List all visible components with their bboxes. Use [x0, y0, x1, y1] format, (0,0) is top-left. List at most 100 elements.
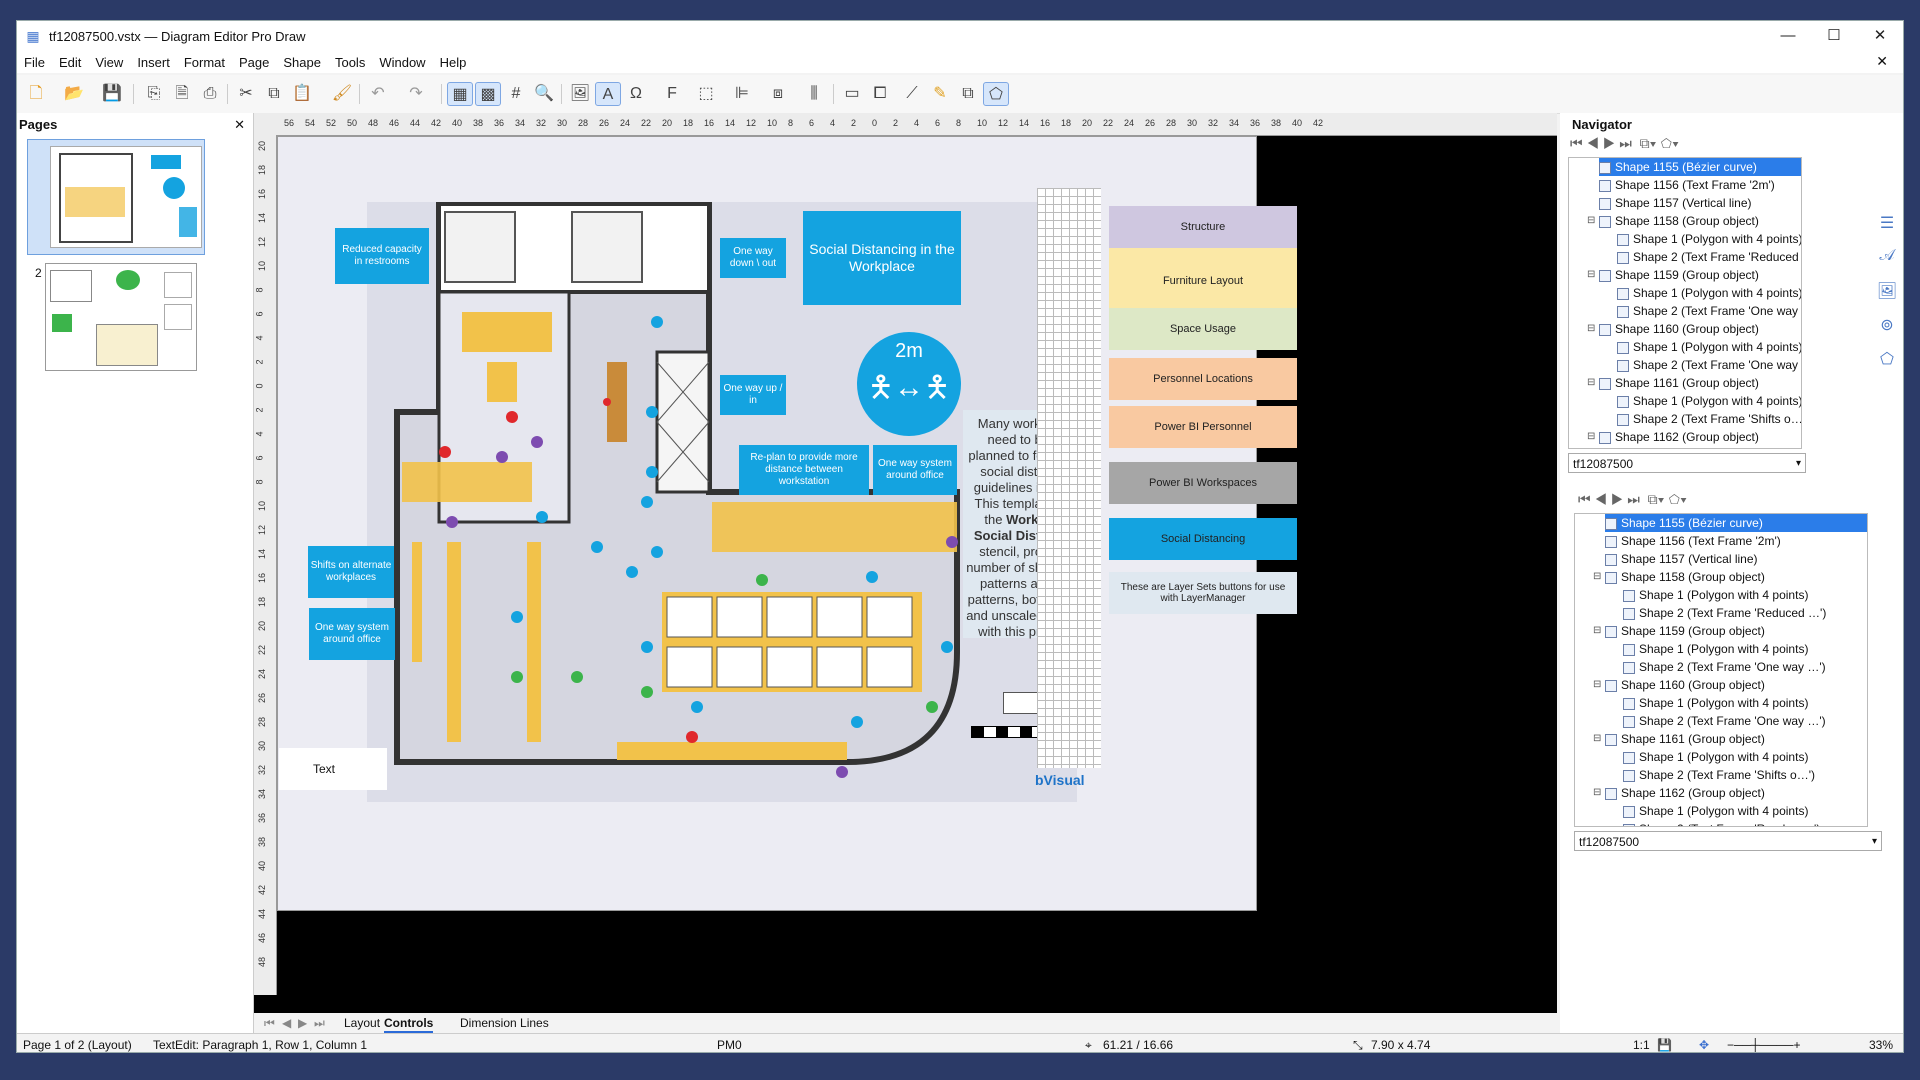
two-metre-sign[interactable]: 2m 🯅↔🯅: [857, 332, 961, 436]
tree-item[interactable]: Shape 1 (Polygon with 4 points): [1617, 284, 1801, 302]
tree-item[interactable]: Shape 1156 (Text Frame '2m'): [1599, 176, 1801, 194]
tree-item[interactable]: Shape 1 (Polygon with 4 points): [1617, 338, 1801, 356]
expander-icon[interactable]: ⊟: [1587, 215, 1595, 226]
expander-icon[interactable]: ⊟: [1593, 625, 1601, 636]
textframe-icon[interactable]: A: [595, 82, 621, 106]
export-icon[interactable]: ⎘: [141, 82, 167, 106]
fit-page-icon[interactable]: ✥: [1699, 1038, 1709, 1052]
navigator-document-select[interactable]: tf12087500 ▾: [1568, 453, 1806, 473]
menu-page[interactable]: Page: [232, 55, 276, 70]
crop-icon[interactable]: ⧠: [867, 82, 893, 106]
format-painter-icon[interactable]: 🖌: [329, 82, 355, 106]
glue-icon[interactable]: ✎: [927, 82, 953, 106]
note-shifts[interactable]: Shifts on alternate workplaces: [308, 546, 394, 598]
menu-insert[interactable]: Insert: [130, 55, 177, 70]
tree-item[interactable]: Shape 2 (Text Frame 'One way …: [1617, 356, 1801, 374]
menu-format[interactable]: Format: [177, 55, 232, 70]
tree-item[interactable]: Shape 1 (Polygon with 4 points): [1623, 586, 1867, 604]
shadow-icon[interactable]: ▭: [839, 82, 865, 106]
layer-button-structure[interactable]: Structure: [1109, 206, 1297, 248]
layer-button-powerbi-personnel[interactable]: Power BI Personnel: [1109, 406, 1297, 448]
properties-icon[interactable]: ☰: [1869, 213, 1903, 247]
text-shape[interactable]: Text: [279, 748, 387, 790]
print-icon[interactable]: ⎙: [197, 82, 223, 106]
tree-item[interactable]: Shape 1 (Polygon with 4 points): [1623, 640, 1867, 658]
tree-item[interactable]: Shape 1 (Polygon with 4 points): [1623, 694, 1867, 712]
tree-item[interactable]: Shape 2 (Text Frame 'Re-plan …'): [1623, 820, 1867, 826]
tree-item[interactable]: Shape 1155 (Bézier curve): [1599, 158, 1801, 176]
cut-icon[interactable]: ✂: [233, 82, 259, 106]
tree-item[interactable]: Shape 2 (Text Frame 'Shifts o…'): [1617, 410, 1801, 428]
arrange-icon[interactable]: ⧈: [765, 82, 791, 106]
note-one-way-down[interactable]: One way down \ out: [720, 238, 786, 278]
tree-item[interactable]: Shape 2 (Text Frame 'One way …'): [1623, 658, 1867, 676]
tree-item[interactable]: Shape 1159 (Group object): [1599, 266, 1801, 284]
tree-item[interactable]: Shape 1162 (Group object): [1599, 428, 1801, 446]
paste-icon[interactable]: 📋: [289, 82, 315, 106]
tree-item[interactable]: Shape 1161 (Group object): [1605, 730, 1867, 748]
tree-item[interactable]: Shape 1 (Polygon with 4 points): [1617, 230, 1801, 248]
navigator-nav-tools-2[interactable]: ⏮ ◀ ▶ ⏭ ⧉▾ ⬠▾: [1578, 491, 1687, 508]
pages-panel-close-button[interactable]: ✕: [234, 113, 245, 137]
tree-item[interactable]: Shape 1 (Polygon with 4 points): [1623, 748, 1867, 766]
status-zoom[interactable]: 33%: [1869, 1038, 1893, 1052]
save-icon[interactable]: 💾: [99, 82, 125, 106]
points-icon[interactable]: ⟋: [899, 82, 925, 106]
expander-icon[interactable]: ⊟: [1587, 377, 1595, 388]
tab-layout[interactable]: Layout: [344, 1016, 380, 1030]
tree-item[interactable]: Shape 1160 (Group object): [1605, 676, 1867, 694]
note-replan[interactable]: Re-plan to provide more distance between…: [739, 445, 869, 495]
fontwork-icon[interactable]: F: [659, 82, 685, 106]
navigator-nav-tools[interactable]: ⏮ ◀ ▶ ⏭ ⧉▾ ⬠▾: [1570, 135, 1679, 152]
note-one-way-system-left[interactable]: One way system around office: [309, 608, 395, 660]
tree-item[interactable]: Shape 1158 (Group object): [1605, 568, 1867, 586]
tab-controls[interactable]: Controls: [384, 1016, 434, 1033]
tree-item[interactable]: Shape 1159 (Group object): [1605, 622, 1867, 640]
menu-view[interactable]: View: [88, 55, 130, 70]
tree-item[interactable]: Shape 1156 (Text Frame '2m'): [1605, 532, 1867, 550]
redo-icon[interactable]: ↷: [403, 82, 429, 106]
navigator-icon[interactable]: ⊚: [1869, 315, 1903, 349]
tree-item[interactable]: Shape 1155 (Bézier curve): [1605, 514, 1867, 532]
new-icon[interactable]: 🗋: [23, 82, 49, 106]
tree-item[interactable]: Shape 1 (Polygon with 4 points): [1623, 802, 1867, 820]
page-thumbnail-1[interactable]: [27, 139, 205, 255]
close-button[interactable]: ✕: [1857, 21, 1903, 51]
menu-window[interactable]: Window: [372, 55, 432, 70]
next-page-icon[interactable]: ▶: [298, 1016, 307, 1030]
draw-functions-icon[interactable]: ⬠: [983, 82, 1009, 106]
expander-icon[interactable]: ⊟: [1593, 571, 1601, 582]
tree-item[interactable]: Shape 1160 (Group object): [1599, 320, 1801, 338]
tree-item[interactable]: Shape 1157 (Vertical line): [1599, 194, 1801, 212]
tree-item[interactable]: Shape 2 (Text Frame 'One way …: [1617, 302, 1801, 320]
menu-edit[interactable]: Edit: [52, 55, 88, 70]
note-one-way-up[interactable]: One way up / in: [720, 375, 786, 415]
hash-icon[interactable]: #: [503, 82, 529, 106]
open-icon[interactable]: 📂: [61, 82, 87, 106]
last-page-icon[interactable]: ⏭: [314, 1016, 325, 1031]
symbol-icon[interactable]: Ω: [623, 82, 649, 106]
shapes-icon[interactable]: ⬠: [1869, 349, 1903, 383]
note-reduced-capacity[interactable]: Reduced capacity in restrooms: [335, 228, 429, 284]
tab-dimension-lines[interactable]: Dimension Lines: [460, 1016, 549, 1030]
diagram-page[interactable]: Reduced capacity in restrooms One way do…: [277, 136, 1297, 911]
tree-item[interactable]: Shape 1158 (Group object): [1599, 212, 1801, 230]
menu-file[interactable]: File: [17, 55, 52, 70]
layer-button-social-distancing[interactable]: Social Distancing: [1109, 518, 1297, 560]
grid-pattern-shape[interactable]: [1037, 188, 1101, 768]
zoom-slider[interactable]: −──┼────+: [1727, 1038, 1801, 1052]
layer-button-personnel[interactable]: Personnel Locations: [1109, 358, 1297, 400]
menu-help[interactable]: Help: [433, 55, 474, 70]
pdf-icon[interactable]: 🗎: [169, 82, 195, 106]
menu-shape[interactable]: Shape: [276, 55, 328, 70]
page-thumbnail-2[interactable]: [45, 263, 197, 371]
expander-icon[interactable]: ⊟: [1587, 431, 1595, 442]
undo-icon[interactable]: ↶: [365, 82, 391, 106]
tree-item[interactable]: Shape 1 (Polygon with 4 points): [1617, 446, 1801, 448]
transform-icon[interactable]: ⬚: [693, 82, 719, 106]
copy-icon[interactable]: ⧉: [261, 82, 287, 106]
styles-icon[interactable]: 𝒜: [1869, 247, 1903, 281]
tree-item[interactable]: Shape 2 (Text Frame 'One way …'): [1623, 712, 1867, 730]
maximize-button[interactable]: ☐: [1811, 21, 1857, 51]
tree-item[interactable]: Shape 1 (Polygon with 4 points): [1617, 392, 1801, 410]
